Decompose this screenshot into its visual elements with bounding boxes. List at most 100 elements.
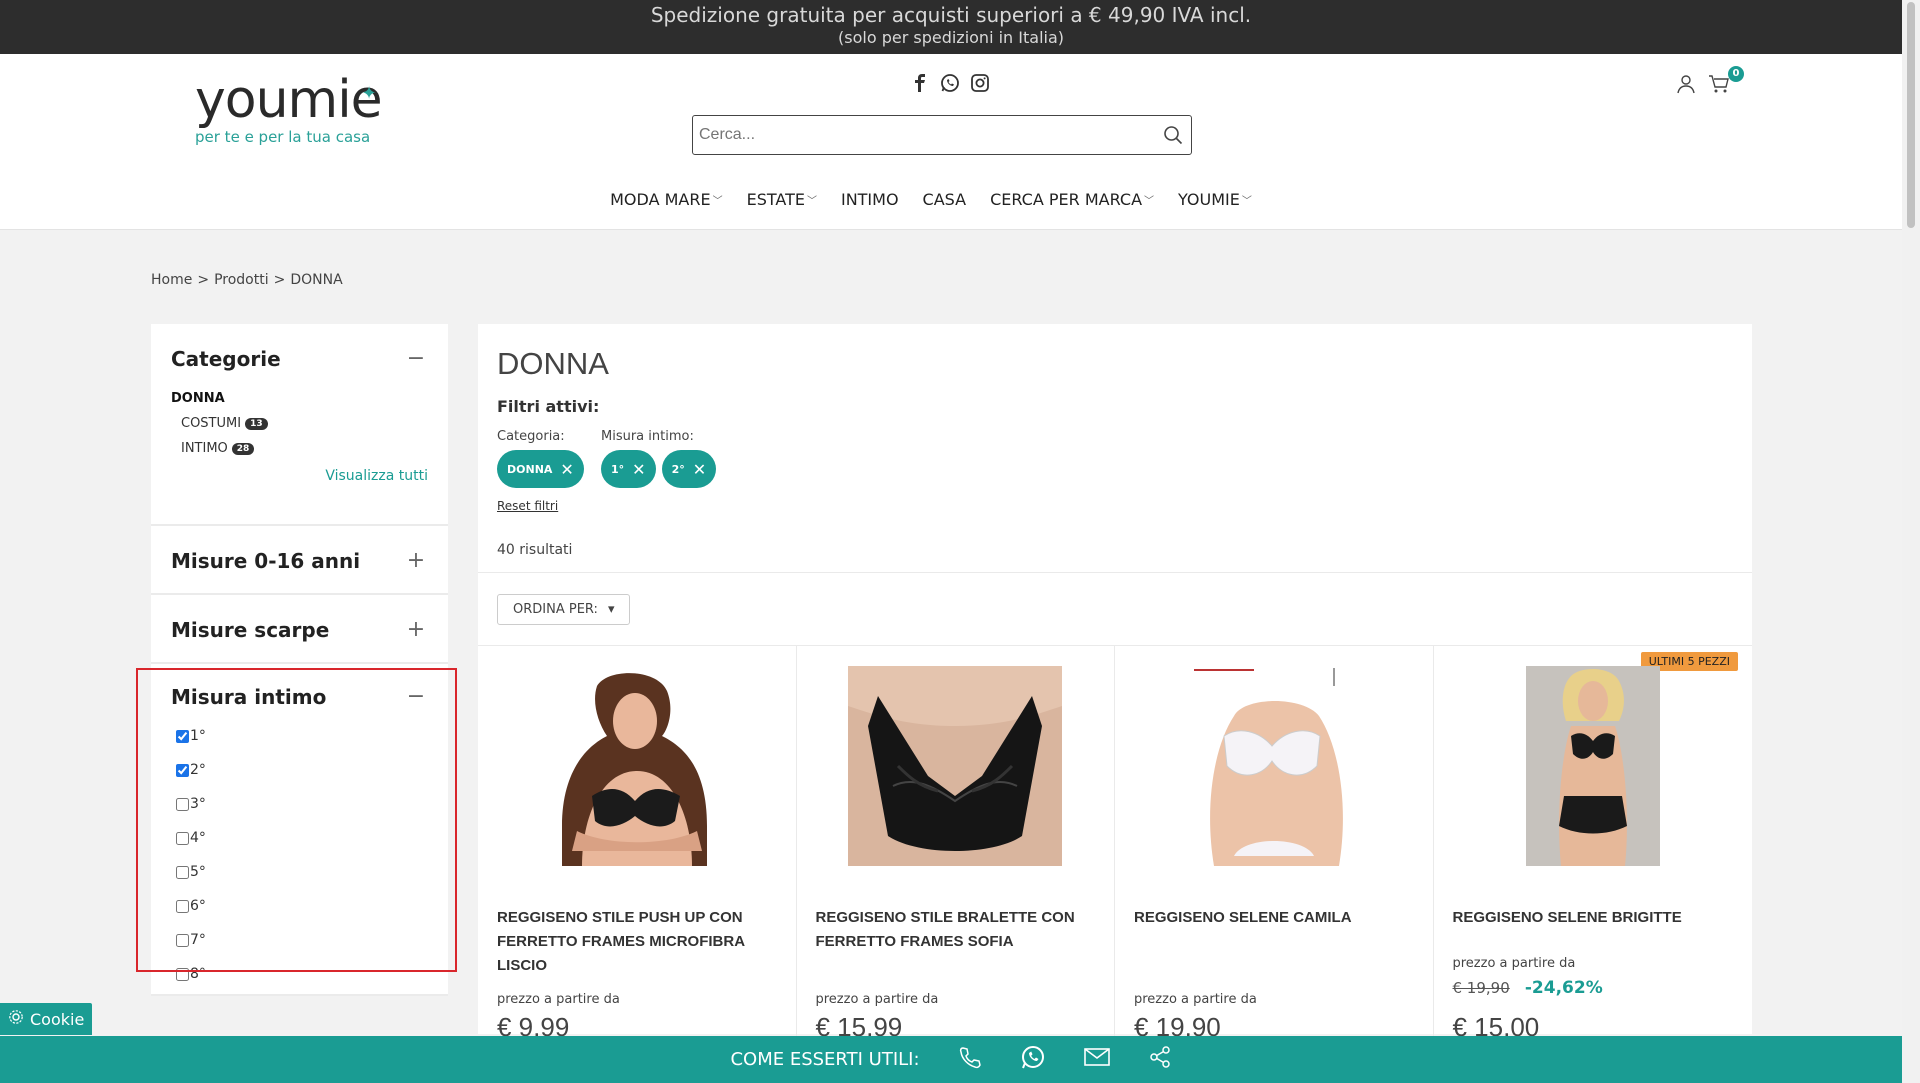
nav-youmie[interactable]: YOUMIE ﹀: [1178, 190, 1252, 209]
size-checkbox[interactable]: [176, 865, 189, 879]
filter-chip-1[interactable]: 1° ✕: [601, 450, 656, 488]
site-logo[interactable]: youmie ✦ per te e per la tua casa: [195, 72, 383, 146]
cart-count-badge: 0: [1728, 66, 1744, 82]
nav-casa[interactable]: CASA: [923, 190, 967, 209]
product-image[interactable]: [1525, 666, 1660, 866]
size-option[interactable]: 7°: [176, 923, 428, 957]
size-checkbox[interactable]: [176, 763, 189, 777]
mail-icon[interactable]: [1083, 1047, 1110, 1072]
filter-section-categorie: Categorie − DONNA COSTUMI 13 INTIMO 28 Vis…: [151, 324, 448, 526]
chevron-down-icon: ﹀: [1241, 196, 1252, 207]
filter-title: Misure 0-16 anni: [171, 548, 361, 573]
expand-icon[interactable]: +: [404, 548, 428, 573]
product-card[interactable]: REGGISENO STILE PUSH UP CON FERRETTO FRA…: [478, 646, 797, 1046]
price-from-label: prezzo a partire da: [497, 992, 620, 1007]
filter-chip-donna[interactable]: DONNA ✕: [497, 450, 584, 488]
size-checkbox[interactable]: [176, 797, 189, 811]
size-checkbox[interactable]: [176, 729, 189, 743]
nav-intimo[interactable]: INTIMO: [841, 190, 899, 209]
filter-header-misura-intimo[interactable]: Misura intimo −: [171, 684, 428, 709]
cookie-button[interactable]: Cookie: [0, 1003, 93, 1035]
cart-button[interactable]: 0: [1708, 66, 1744, 98]
breadcrumb-current: DONNA: [290, 272, 343, 288]
filter-group-categoria: Categoria: DONNA ✕: [497, 429, 584, 488]
collapse-icon[interactable]: −: [404, 346, 428, 371]
cart-icon: [1709, 75, 1729, 93]
caret-down-icon: ▾: [607, 602, 615, 617]
size-option[interactable]: 3°: [176, 787, 428, 821]
category-intimo[interactable]: INTIMO 28: [181, 441, 428, 456]
scrollbar-thumb[interactable]: [1907, 2, 1915, 228]
product-name[interactable]: REGGISENO STILE PUSH UP CON FERRETTO FRA…: [497, 906, 777, 978]
view-all-link[interactable]: Visualizza tutti: [171, 468, 428, 484]
size-option-list: 1° 2° 3° 4° 5° 6° 7° 8°: [171, 719, 428, 991]
product-card[interactable]: ULTIMI 5 PEZZI REGGISENO SELENE BRIGITTE…: [1434, 646, 1753, 1046]
size-option[interactable]: 5°: [176, 855, 428, 889]
search-box: [692, 115, 1192, 155]
filter-header-misure-anni[interactable]: Misure 0-16 anni +: [171, 548, 428, 573]
phone-icon[interactable]: [958, 1045, 982, 1074]
nav-moda-mare[interactable]: MODA MARE ﹀: [610, 190, 722, 209]
size-option[interactable]: 6°: [176, 889, 428, 923]
size-option-label: 6°: [190, 898, 206, 914]
filter-header-categorie[interactable]: Categorie −: [171, 346, 428, 371]
size-option[interactable]: 1°: [176, 719, 428, 753]
product-name[interactable]: REGGISENO SELENE BRIGITTE: [1453, 906, 1734, 930]
nav-cerca-per-marca[interactable]: CERCA PER MARCA ﹀: [990, 190, 1154, 209]
size-checkbox[interactable]: [176, 899, 189, 913]
site-header: youmie✦ per te e per la tua casa 0 MODA …: [0, 54, 1902, 230]
instagram-icon[interactable]: [970, 72, 990, 94]
close-icon[interactable]: ✕: [693, 460, 706, 479]
social-links: [910, 72, 990, 94]
chevron-down-icon: ﹀: [1144, 196, 1155, 207]
page-scrollbar[interactable]: [1902, 0, 1920, 1083]
whatsapp-icon[interactable]: [1020, 1044, 1046, 1075]
expand-icon[interactable]: +: [404, 617, 428, 642]
product-card[interactable]: REGGISENO SELENE CAMILA prezzo a partire…: [1115, 646, 1434, 1046]
size-option[interactable]: 2°: [176, 753, 428, 787]
cookie-label: Cookie: [30, 1009, 85, 1029]
product-card[interactable]: REGGISENO STILE BRALETTE CON FERRETTO FR…: [797, 646, 1115, 1046]
close-icon[interactable]: ✕: [560, 460, 573, 479]
filter-sidebar: Categorie − DONNA COSTUMI 13 INTIMO 28 Vis…: [151, 324, 448, 996]
close-icon[interactable]: ✕: [632, 460, 645, 479]
size-option[interactable]: 4°: [176, 821, 428, 855]
filter-section-misure-anni: Misure 0-16 anni +: [151, 526, 448, 595]
search-icon[interactable]: [1155, 125, 1191, 145]
filter-title: Misura intimo: [171, 684, 327, 709]
search-input[interactable]: [699, 126, 1155, 144]
size-option-label: 8°: [190, 966, 206, 982]
product-image[interactable]: [848, 666, 1063, 866]
product-image[interactable]: [1173, 666, 1374, 866]
price-from-label: prezzo a partire da: [815, 992, 939, 1007]
filter-header-misure-scarpe[interactable]: Misure scarpe +: [171, 617, 428, 642]
reset-filters-link[interactable]: Reset filtri: [497, 499, 558, 513]
category-root[interactable]: DONNA: [171, 391, 428, 406]
breadcrumb: Home > Prodotti > DONNA: [151, 272, 343, 288]
product-name[interactable]: REGGISENO SELENE CAMILA: [1134, 906, 1414, 930]
facebook-icon[interactable]: [910, 72, 930, 94]
user-icon[interactable]: [1676, 74, 1696, 98]
size-checkbox[interactable]: [176, 831, 189, 845]
whatsapp-icon[interactable]: [940, 72, 960, 94]
category-costumi[interactable]: COSTUMI 13: [181, 416, 428, 431]
breadcrumb-prodotti[interactable]: Prodotti: [214, 272, 269, 288]
filter-group-label: Misura intimo:: [601, 429, 694, 444]
sort-dropdown[interactable]: ORDINA PER: ▾: [497, 594, 631, 625]
discount-row: € 19,90 -24,62%: [1453, 978, 1603, 998]
nav-estate[interactable]: ESTATE ﹀: [747, 190, 817, 209]
breadcrumb-home[interactable]: Home: [151, 272, 192, 288]
collapse-icon[interactable]: −: [404, 684, 428, 709]
page-title: DONNA: [497, 346, 609, 381]
promo-line-1: Spedizione gratuita per acquisti superio…: [650, 3, 1252, 27]
size-checkbox[interactable]: [176, 967, 189, 981]
filter-chip-2[interactable]: 2° ✕: [661, 450, 717, 488]
price-from-label: prezzo a partire da: [1452, 956, 1576, 971]
count-badge: 28: [231, 442, 255, 455]
product-image[interactable]: [536, 666, 737, 866]
price-from-label: prezzo a partire da: [1134, 992, 1257, 1007]
size-option[interactable]: 8°: [176, 957, 428, 991]
product-name[interactable]: REGGISENO STILE BRALETTE CON FERRETTO FR…: [816, 906, 1096, 954]
size-checkbox[interactable]: [176, 933, 189, 947]
share-icon[interactable]: [1148, 1045, 1172, 1074]
